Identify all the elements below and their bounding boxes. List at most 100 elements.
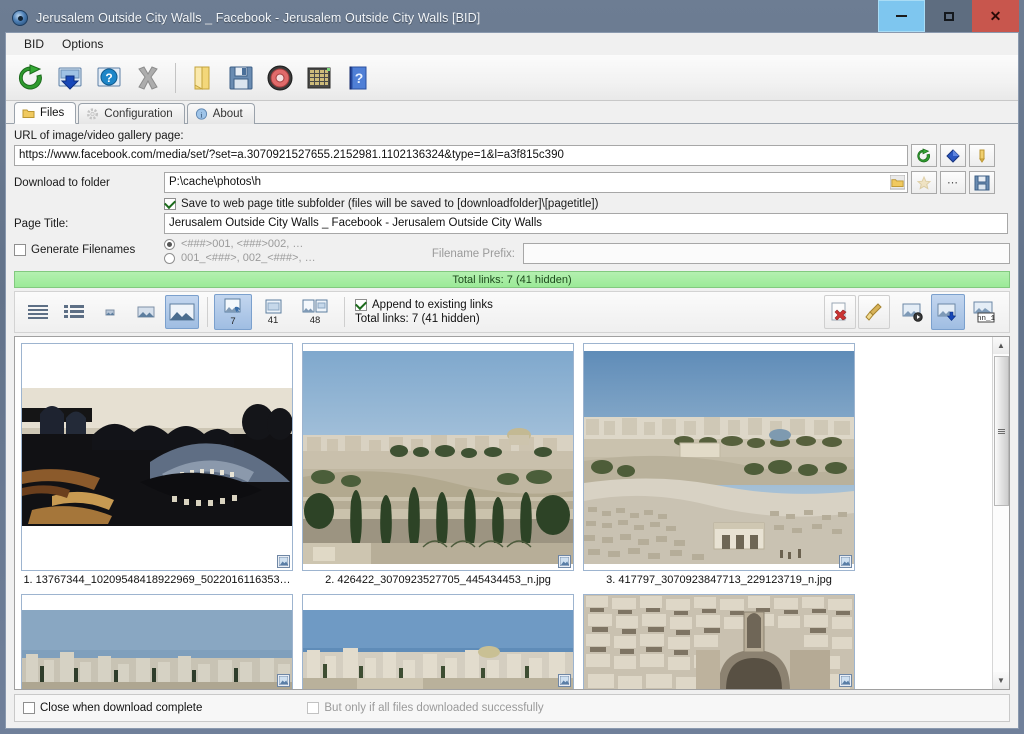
url-input[interactable]: https://www.facebook.com/media/set/?set=… xyxy=(14,145,908,166)
bid-globe-icon xyxy=(12,10,28,26)
pagetitle-input[interactable]: Jerusalem Outside City Walls _ Facebook … xyxy=(164,213,1008,234)
gallery-item xyxy=(302,594,574,689)
grid-button[interactable] xyxy=(300,59,338,97)
tab-files[interactable]: Files xyxy=(14,102,77,124)
filename-prefix-label: Filename Prefix: xyxy=(431,247,515,260)
url-row: https://www.facebook.com/media/set/?set=… xyxy=(14,144,1010,167)
folder-save-button[interactable] xyxy=(969,171,995,194)
append-links-checkbox[interactable]: Append to existing links xyxy=(355,299,493,311)
star-icon xyxy=(916,175,932,190)
page-icon xyxy=(265,299,281,314)
detail-view-button[interactable] xyxy=(57,295,91,329)
minimize-icon xyxy=(896,15,907,17)
image-info-icon[interactable] xyxy=(558,555,571,568)
scroll-up-button[interactable]: ▲ xyxy=(992,337,1009,354)
url-auth-button[interactable] xyxy=(969,144,995,167)
filter-pages-count: 41 xyxy=(267,315,279,326)
bottom-options-bar: Close when download complete But only if… xyxy=(14,694,1010,722)
save-button[interactable] xyxy=(222,59,260,97)
tab-about[interactable]: i About xyxy=(186,103,255,124)
info-icon: i xyxy=(195,108,208,120)
subfolder-checkbox[interactable]: Save to web page title subfolder (files … xyxy=(164,198,598,210)
viewbar-separator-1 xyxy=(207,297,208,327)
settings-button[interactable] xyxy=(261,59,299,97)
download-button[interactable] xyxy=(51,59,89,97)
image-info-icon[interactable] xyxy=(839,555,852,568)
cemetery-stones-image xyxy=(584,595,854,689)
image-info-icon[interactable] xyxy=(277,555,290,568)
only-if-success-checkbox-box xyxy=(307,702,320,714)
toolbar-separator xyxy=(175,62,176,93)
thumbnail-1[interactable] xyxy=(21,343,293,571)
filename-prefix-input[interactable] xyxy=(523,243,1010,264)
detail-list-icon xyxy=(64,305,84,318)
filter-images-button[interactable]: 7 xyxy=(214,294,252,330)
scrollbar-thumb[interactable] xyxy=(993,356,1009,506)
menu-bid[interactable]: BID xyxy=(15,35,53,53)
image-info-icon[interactable] xyxy=(558,674,571,687)
about-button[interactable]: ? xyxy=(339,59,377,97)
tab-configuration[interactable]: Configuration xyxy=(78,103,185,124)
filenames-row: Generate Filenames <###>001, <###>002, …… xyxy=(14,238,1010,264)
scroll-down-button[interactable]: ▼ xyxy=(992,672,1009,689)
folder-more-button[interactable]: ⋯ xyxy=(940,171,966,194)
page-red-x-icon xyxy=(831,302,847,321)
ellipsis-icon: ⋯ xyxy=(947,177,959,189)
filename-pattern-option-2[interactable]: 001_<###>, 002_<###>, … xyxy=(164,252,374,264)
close-when-complete-checkbox[interactable]: Close when download complete xyxy=(23,702,202,714)
download-selected-button[interactable] xyxy=(931,294,965,330)
filename-pattern-option-1[interactable]: <###>001, <###>002, … xyxy=(164,238,374,250)
browse-folder-icon[interactable] xyxy=(889,174,906,192)
url-download-button[interactable] xyxy=(940,144,966,167)
filename-pattern-label-1: <###>001, <###>002, … xyxy=(181,238,304,250)
thumbnail-3[interactable] xyxy=(583,343,855,571)
broom-icon xyxy=(865,303,882,321)
gallery-scrollbar[interactable]: ▲ ▼ xyxy=(992,337,1009,689)
thumb-large-button[interactable] xyxy=(165,295,199,329)
tab-about-label: About xyxy=(212,108,243,120)
list-view-button[interactable] xyxy=(21,295,55,329)
image-info-icon[interactable] xyxy=(277,674,290,687)
thumbnail-4[interactable] xyxy=(21,594,293,689)
filter-pages-button[interactable]: 41 xyxy=(254,294,292,330)
links-status-text: Total links: 7 (41 hidden) xyxy=(452,273,572,286)
filter-all-button[interactable]: 48 xyxy=(294,294,336,330)
floppy-disk-icon xyxy=(974,175,990,190)
folder-input[interactable]: P:\cache\photos\h xyxy=(164,172,908,193)
menu-options[interactable]: Options xyxy=(53,35,112,53)
only-if-success-checkbox[interactable]: But only if all files downloaded success… xyxy=(307,702,544,714)
thumb-small-button[interactable] xyxy=(93,295,127,329)
viewbar-separator-2 xyxy=(344,297,345,327)
lines-icon xyxy=(28,305,48,319)
close-button[interactable]: ✕ xyxy=(972,0,1019,32)
delete-link-button[interactable] xyxy=(824,295,856,329)
preview-button[interactable] xyxy=(897,295,929,329)
small-image-icon xyxy=(105,309,115,316)
thumb-medium-button[interactable] xyxy=(129,295,163,329)
scrollbar-track[interactable] xyxy=(992,354,1009,672)
thumbnail-6[interactable] xyxy=(583,594,855,689)
links-status-bar: Total links: 7 (41 hidden) xyxy=(14,271,1010,288)
thumbnail-2[interactable] xyxy=(302,343,574,571)
close-when-complete-checkbox-box xyxy=(23,702,35,714)
open-folder-button[interactable] xyxy=(183,59,221,97)
svg-text:i: i xyxy=(200,110,202,119)
refresh-button[interactable] xyxy=(12,59,50,97)
jerusalem-cityscape-image xyxy=(303,350,573,564)
thumbnail-grid: 1. 13767344_10209548418922969_5022016116… xyxy=(15,337,992,689)
help-button[interactable]: ? xyxy=(90,59,128,97)
clear-links-button[interactable] xyxy=(858,295,890,329)
gallery-item xyxy=(21,594,293,689)
stop-button[interactable] xyxy=(129,59,167,97)
thumbnail-5[interactable] xyxy=(302,594,574,689)
url-refresh-button[interactable] xyxy=(911,144,937,167)
generate-filenames-checkbox[interactable]: Generate Filenames xyxy=(14,238,164,256)
image-download-icon xyxy=(937,303,957,321)
rename-button[interactable]: nn_1 xyxy=(967,294,1001,330)
minimize-button[interactable] xyxy=(878,0,925,32)
image-link-icon xyxy=(224,298,240,313)
image-info-icon[interactable] xyxy=(839,674,852,687)
maximize-button[interactable] xyxy=(925,0,972,32)
folder-favorite-button[interactable] xyxy=(911,171,937,194)
close-when-complete-label: Close when download complete xyxy=(40,702,203,714)
